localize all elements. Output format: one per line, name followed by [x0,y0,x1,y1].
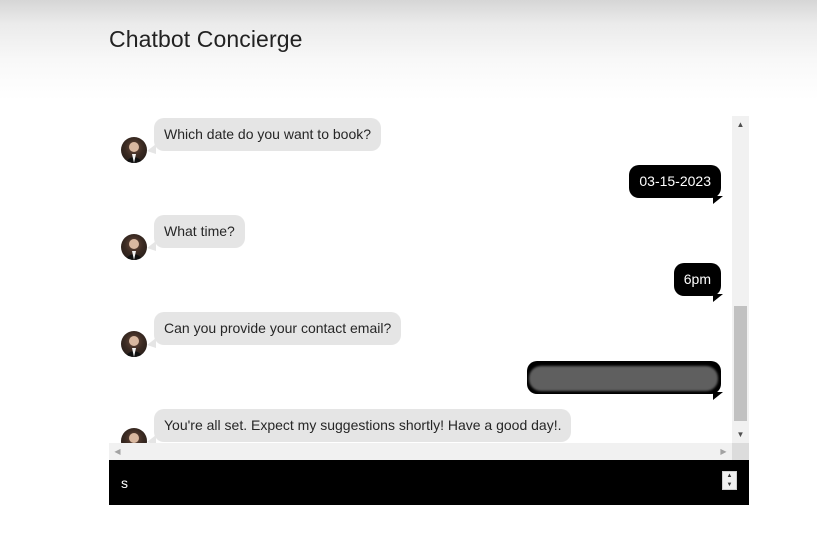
scroll-left-icon[interactable]: ◀ [109,443,126,460]
bot-message-bubble: Which date do you want to book? [146,118,382,154]
scroll-up-icon[interactable]: ▲ [732,116,749,133]
scroll-down-icon[interactable]: ▼ [732,426,749,443]
bot-avatar [121,137,147,163]
chat-message-list[interactable]: Which date do you want to book? 03-15-20… [109,116,732,443]
message-input[interactable] [109,460,709,505]
bot-message-bubble: Can you provide your contact email? [146,312,402,348]
vertical-scrollbar[interactable]: ▲ ▼ [732,116,749,443]
bot-avatar [121,234,147,260]
spinner-down-icon[interactable]: ▼ [723,481,736,489]
bot-avatar [121,428,147,443]
chat-container: Which date do you want to book? 03-15-20… [109,116,749,460]
bot-avatar [121,331,147,357]
message-input-bar: ▲ ▼ [109,460,749,505]
user-message-bubble: 03-15-2023 [629,165,723,204]
horizontal-scrollbar[interactable]: ◀ ▶ [109,443,732,460]
spinner-up-icon[interactable]: ▲ [723,472,736,480]
bot-message-bubble: You're all set. Expect my suggestions sh… [146,409,572,443]
redacted-email-mask [529,366,718,391]
scroll-right-icon[interactable]: ▶ [715,443,732,460]
scrollbar-corner [732,443,749,460]
bot-message-bubble: What time? [147,215,245,251]
number-spinner[interactable]: ▲ ▼ [722,471,737,490]
user-message-bubble: 6pm [673,263,724,302]
scrollbar-thumb[interactable] [734,306,747,421]
app-title: Chatbot Concierge [109,26,303,52]
